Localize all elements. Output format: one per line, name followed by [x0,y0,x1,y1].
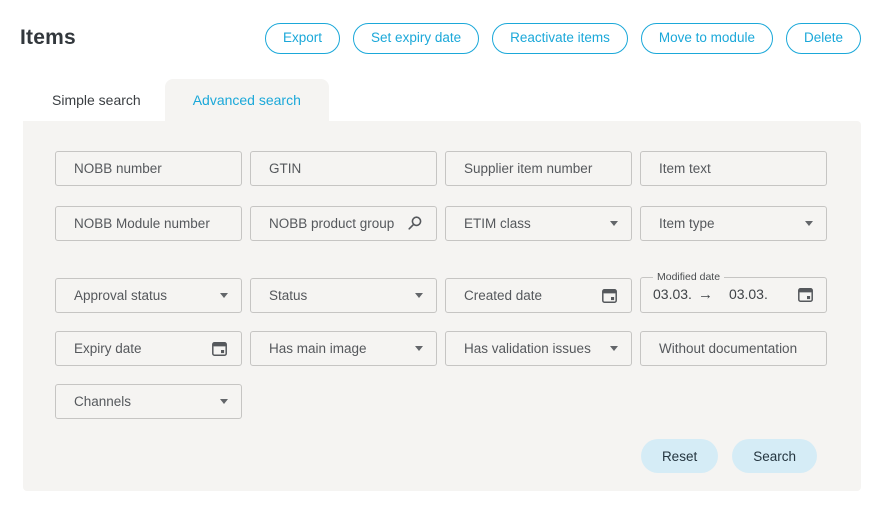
move-to-module-button[interactable]: Move to module [641,23,773,54]
field-placeholder: ETIM class [464,216,604,231]
supplier-item-number-field[interactable]: Supplier item number [445,151,632,186]
form-actions: Reset Search [55,439,829,473]
without-documentation-toggle[interactable]: Without documentation [640,331,827,366]
has-main-image-select[interactable]: Has main image [250,331,437,366]
reset-button[interactable]: Reset [641,439,718,473]
field-placeholder: NOBB product group [269,216,400,231]
field-placeholder: Created date [464,288,595,303]
field-placeholder: GTIN [269,161,423,176]
field-row-3: Approval status Status Created date Modi… [55,271,829,313]
field-placeholder: Approval status [74,288,214,303]
field-placeholder: Without documentation [659,341,813,356]
modified-date-legend: Modified date [653,271,724,283]
field-placeholder: Item type [659,216,799,231]
nobb-product-group-field[interactable]: NOBB product group [250,206,437,241]
reactivate-items-button[interactable]: Reactivate items [492,23,628,54]
has-validation-issues-select[interactable]: Has validation issues [445,331,632,366]
tab-simple-search[interactable]: Simple search [28,79,165,121]
nobb-number-field[interactable]: NOBB number [55,151,242,186]
expiry-date-field[interactable]: Expiry date [55,331,242,366]
field-placeholder: Has main image [269,341,409,356]
search-tabs: Simple search Advanced search [28,79,881,121]
approval-status-select[interactable]: Approval status [55,278,242,313]
status-select[interactable]: Status [250,278,437,313]
chevron-down-icon [805,221,813,226]
calendar-icon [601,287,618,304]
nobb-module-number-field[interactable]: NOBB Module number [55,206,242,241]
modified-date-from[interactable]: 03.03. [653,286,692,302]
search-button[interactable]: Search [732,439,817,473]
created-date-field[interactable]: Created date [445,278,632,313]
field-placeholder: Status [269,288,409,303]
field-row-2: NOBB Module number NOBB product group ET… [55,206,829,241]
modified-date-range-field[interactable]: Modified date 03.03. → 03.03. [640,271,827,313]
chevron-down-icon [415,293,423,298]
tab-advanced-search[interactable]: Advanced search [165,79,329,121]
field-row-4: Expiry date Has main image Has validatio… [55,331,829,366]
page-header: Items Export Set expiry date Reactivate … [0,0,881,56]
field-placeholder: NOBB number [74,161,228,176]
field-placeholder: Channels [74,394,214,409]
modified-date-values: 03.03. → 03.03. [653,283,814,305]
arrow-right-icon: → [698,286,713,303]
toolbar: Export Set expiry date Reactivate items … [265,23,861,54]
chevron-down-icon [610,221,618,226]
search-icon [406,215,423,232]
field-placeholder: Expiry date [74,341,205,356]
page-title: Items [20,26,76,50]
advanced-search-panel: NOBB number GTIN Supplier item number It… [23,121,861,491]
field-placeholder: NOBB Module number [74,216,228,231]
item-text-field[interactable]: Item text [640,151,827,186]
field-row-5: Channels [55,384,829,419]
export-button[interactable]: Export [265,23,340,54]
chevron-down-icon [415,346,423,351]
calendar-icon [797,286,814,303]
set-expiry-date-button[interactable]: Set expiry date [353,23,479,54]
chevron-down-icon [220,399,228,404]
calendar-icon [211,340,228,357]
delete-button[interactable]: Delete [786,23,861,54]
channels-select[interactable]: Channels [55,384,242,419]
field-placeholder: Item text [659,161,813,176]
gtin-field[interactable]: GTIN [250,151,437,186]
field-placeholder: Supplier item number [464,161,618,176]
field-row-1: NOBB number GTIN Supplier item number It… [55,151,829,186]
item-type-select[interactable]: Item type [640,206,827,241]
etim-class-select[interactable]: ETIM class [445,206,632,241]
chevron-down-icon [610,346,618,351]
field-placeholder: Has validation issues [464,341,604,356]
modified-date-to[interactable]: 03.03. [729,286,768,302]
chevron-down-icon [220,293,228,298]
